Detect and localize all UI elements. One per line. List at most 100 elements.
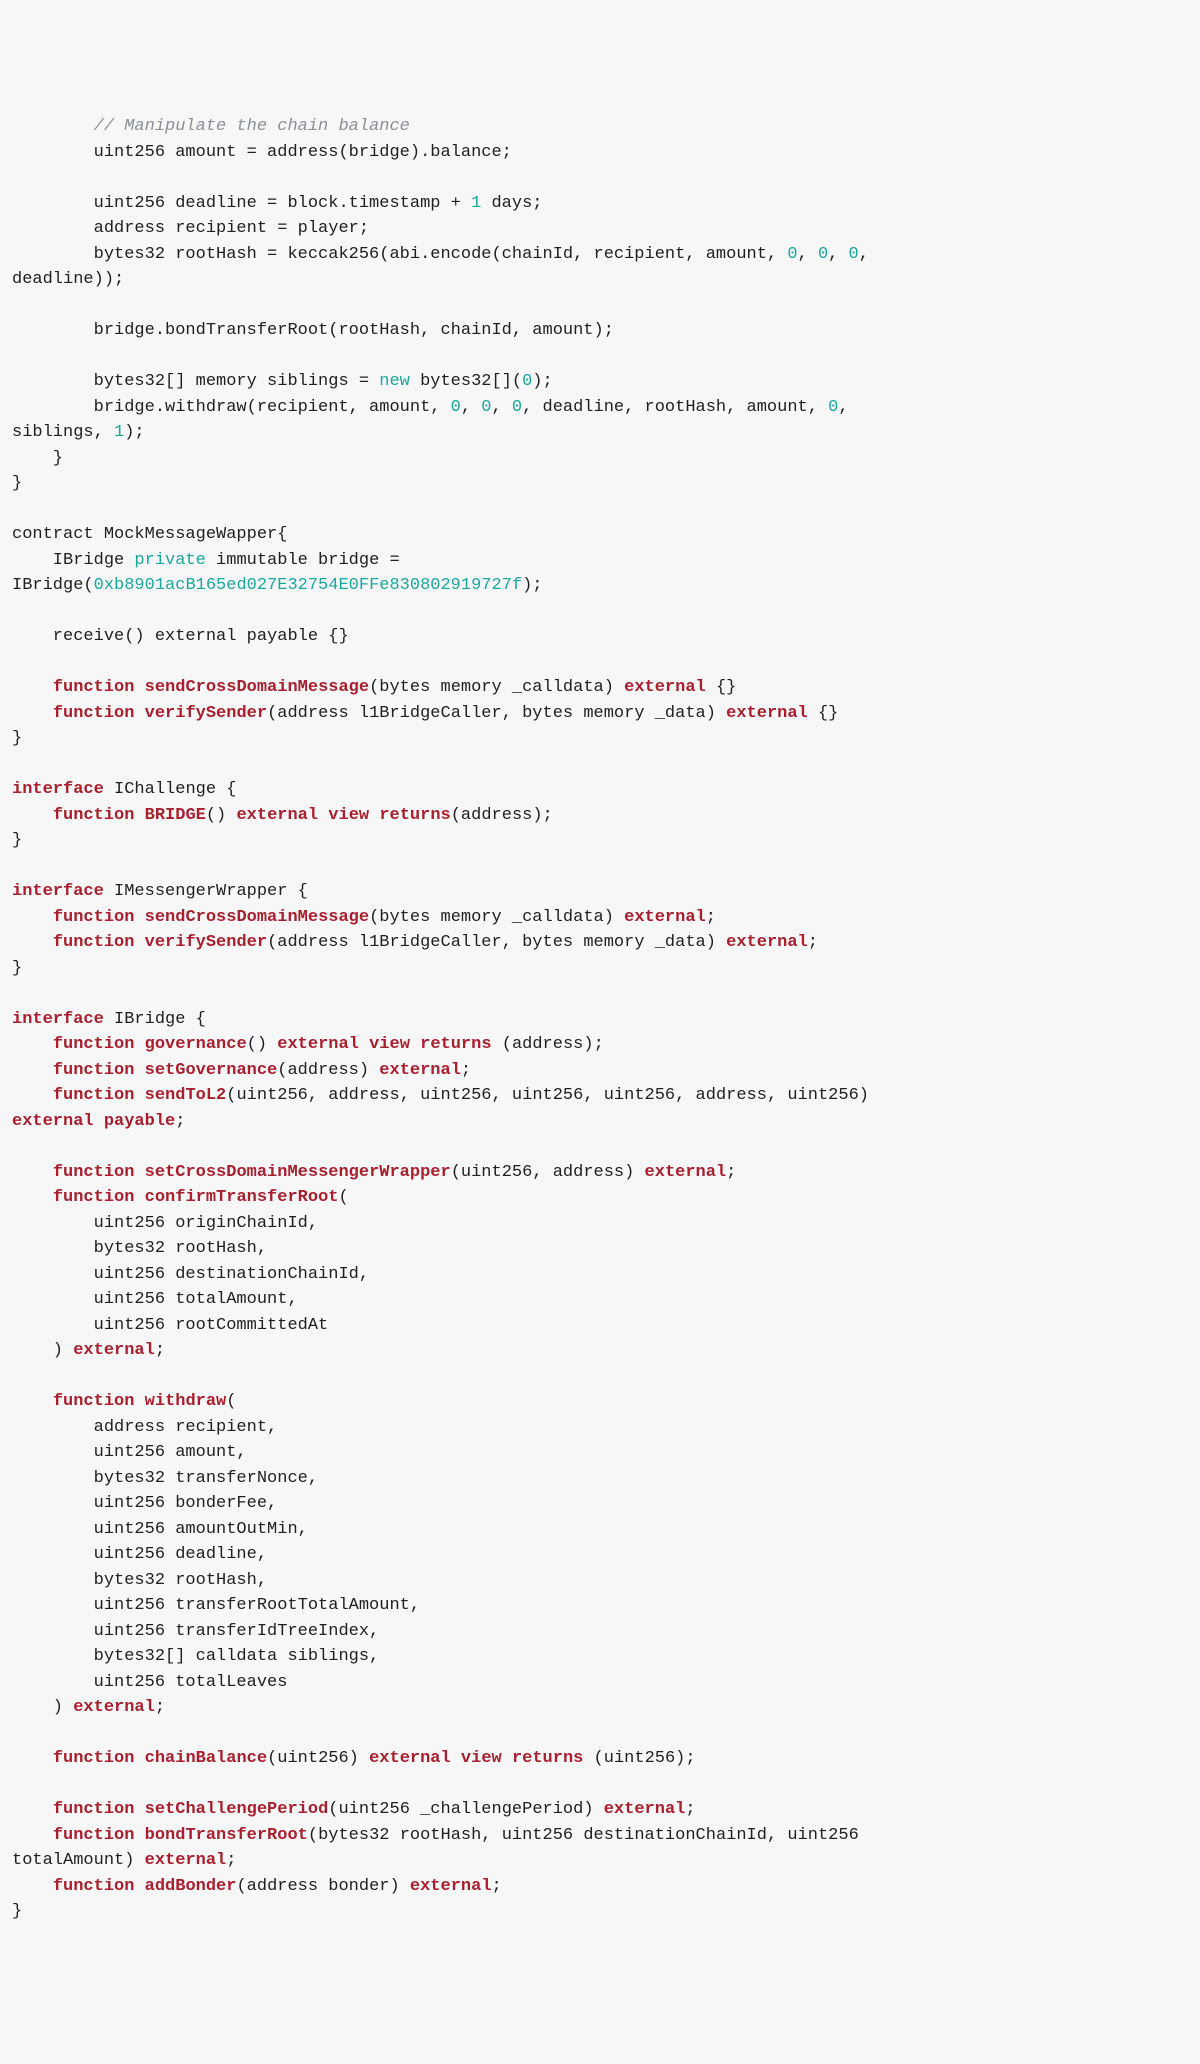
code-number: 1 [114, 423, 124, 442]
code-keyword: external [73, 1698, 155, 1717]
code-keyword: function [53, 1749, 135, 1768]
code-address: 0xb8901acB165ed027E32754E0FFe83080291972… [94, 576, 522, 595]
code-line: uint256 amount = address(bridge).balance… [12, 143, 512, 162]
code-keyword: function [53, 1800, 135, 1819]
code-line: bytes32 rootHash, [12, 1239, 267, 1258]
code-line: bytes32[] calldata siblings, [12, 1647, 379, 1666]
code-keyword: view [328, 806, 369, 825]
code-keyword: function [53, 933, 135, 952]
code-line: } [12, 959, 22, 978]
code-comment: // Manipulate the chain balance [12, 117, 410, 136]
code-function: addBonder [145, 1877, 237, 1896]
code-line: address recipient, [12, 1418, 277, 1437]
code-keyword: returns [379, 806, 450, 825]
code-keyword: function [53, 908, 135, 927]
code-keyword: external [369, 1749, 451, 1768]
code-function: setCrossDomainMessengerWrapper [145, 1163, 451, 1182]
code-keyword: returns [420, 1035, 491, 1054]
code-keyword: private [134, 551, 205, 570]
code-keyword: function [53, 1877, 135, 1896]
code-line: bytes32 transferNonce, [12, 1469, 318, 1488]
code-function: chainBalance [145, 1749, 267, 1768]
code-line: contract MockMessageWapper{ [12, 525, 287, 544]
code-number: 0 [451, 398, 461, 417]
solidity-code-block: // Manipulate the chain balance uint256 … [12, 114, 1188, 1925]
code-line: } [12, 729, 22, 748]
code-number: 0 [522, 372, 532, 391]
code-line: } [12, 1902, 22, 1921]
code-number: 0 [787, 245, 797, 264]
code-keyword: external [624, 908, 706, 927]
code-line: bytes32 rootHash, [12, 1571, 267, 1590]
code-keyword: function [53, 1392, 135, 1411]
code-line: address recipient = player; [12, 219, 369, 238]
code-keyword: external [726, 704, 808, 723]
code-number: 0 [849, 245, 859, 264]
code-function: verifySender [145, 704, 267, 723]
code-line: receive() external payable {} [12, 627, 349, 646]
code-line: uint256 deadline = block.timestamp + [12, 194, 471, 213]
code-function: setChallengePeriod [145, 1800, 329, 1819]
code-line: uint256 transferIdTreeIndex, [12, 1622, 379, 1641]
code-function: confirmTransferRoot [145, 1188, 339, 1207]
code-keyword: external [726, 933, 808, 952]
code-line: } [12, 831, 22, 850]
code-line: uint256 totalAmount, [12, 1290, 298, 1309]
code-keyword: external [236, 806, 318, 825]
code-number: 1 [471, 194, 481, 213]
code-keyword: function [53, 1086, 135, 1105]
code-keyword: external [645, 1163, 727, 1182]
code-line: uint256 destinationChainId, [12, 1265, 369, 1284]
code-function: sendCrossDomainMessage [145, 908, 369, 927]
code-line: uint256 amount, [12, 1443, 247, 1462]
code-line: uint256 transferRootTotalAmount, [12, 1596, 420, 1615]
code-keyword: new [379, 372, 410, 391]
code-line: uint256 amountOutMin, [12, 1520, 308, 1539]
code-keyword: external [604, 1800, 686, 1819]
code-keyword: function [53, 704, 135, 723]
code-line: uint256 rootCommittedAt [12, 1316, 328, 1335]
code-function: setGovernance [145, 1061, 278, 1080]
code-function: verifySender [145, 933, 267, 952]
code-line: siblings, [12, 423, 114, 442]
code-line: } [12, 449, 63, 468]
code-keyword: function [53, 806, 135, 825]
code-line: IBridge [12, 551, 134, 570]
code-keyword: view [369, 1035, 410, 1054]
code-keyword: external [277, 1035, 359, 1054]
code-number: 0 [481, 398, 491, 417]
code-line: uint256 deadline, [12, 1545, 267, 1564]
code-line: bytes32 rootHash = keccak256(abi.encode(… [12, 245, 787, 264]
code-line: bridge.bondTransferRoot(rootHash, chainI… [12, 321, 614, 340]
code-keyword: interface [12, 882, 104, 901]
code-function: BRIDGE [145, 806, 206, 825]
code-line: bytes32[] memory siblings = [12, 372, 379, 391]
code-line: } [12, 474, 22, 493]
code-function: sendCrossDomainMessage [145, 678, 369, 697]
code-keyword: external [145, 1851, 227, 1870]
code-keyword: function [53, 1061, 135, 1080]
code-line: uint256 bonderFee, [12, 1494, 277, 1513]
code-keyword: external [624, 678, 706, 697]
code-line: uint256 originChainId, [12, 1214, 318, 1233]
code-function: bondTransferRoot [145, 1826, 308, 1845]
code-line: bridge.withdraw(recipient, amount, [12, 398, 451, 417]
code-keyword: function [53, 1035, 135, 1054]
code-line: uint256 totalLeaves [12, 1673, 287, 1692]
code-keyword: function [53, 678, 135, 697]
code-number: 0 [512, 398, 522, 417]
code-keyword: function [53, 1163, 135, 1182]
code-keyword: external [379, 1061, 461, 1080]
code-number: 0 [818, 245, 828, 264]
code-keyword: external [410, 1877, 492, 1896]
code-keyword: returns [512, 1749, 583, 1768]
code-function: sendToL2 [145, 1086, 227, 1105]
code-keyword: function [53, 1826, 135, 1845]
code-line: deadline)); [12, 270, 124, 289]
code-keyword: function [53, 1188, 135, 1207]
code-function: governance [145, 1035, 247, 1054]
code-line: days; [481, 194, 542, 213]
code-keyword: payable [104, 1112, 175, 1131]
code-keyword: interface [12, 1010, 104, 1029]
code-function: withdraw [145, 1392, 227, 1411]
